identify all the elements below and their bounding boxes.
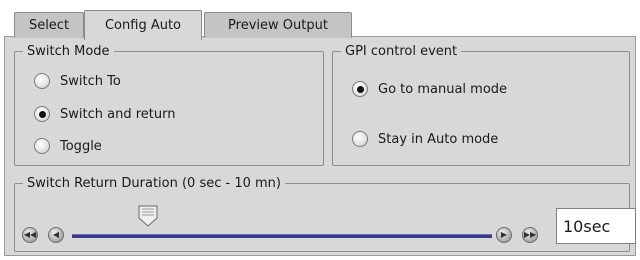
radio-go-to-manual[interactable]: Go to manual mode: [352, 81, 507, 97]
step-forward-icon[interactable]: ▶: [496, 227, 512, 243]
switch-mode-legend: Switch Mode: [27, 44, 110, 59]
tab-preview-output[interactable]: Preview Output: [204, 12, 352, 38]
duration-legend: Switch Return Duration (0 sec - 10 mn): [27, 176, 281, 191]
radio-selected-dot: [356, 85, 364, 93]
tab-config-auto-label: Config Auto: [104, 18, 182, 33]
tab-config-auto[interactable]: Config Auto: [84, 10, 202, 40]
radio-stay-in-auto-circle[interactable]: [352, 131, 368, 147]
radio-switch-to-label: Switch To: [60, 73, 121, 89]
radio-go-to-manual-label: Go to manual mode: [378, 81, 508, 97]
radio-selected-dot: [38, 110, 46, 118]
slider-thumb-icon: [138, 205, 158, 227]
radio-toggle-circle[interactable]: [34, 138, 50, 154]
duration-slider-track[interactable]: [72, 234, 492, 238]
tab-preview-output-label: Preview Output: [228, 18, 328, 33]
radio-stay-in-auto[interactable]: Stay in Auto mode: [352, 131, 498, 147]
duration-slider-thumb[interactable]: [138, 205, 158, 227]
step-back-icon[interactable]: ◀: [48, 227, 64, 243]
forward-fast-icon[interactable]: ▶▶: [522, 227, 538, 243]
duration-value-text: 10sec: [563, 216, 611, 236]
rewind-fast-icon[interactable]: ◀◀: [22, 227, 38, 243]
radio-switch-and-return-circle[interactable]: [34, 106, 50, 122]
radio-toggle-label: Toggle: [60, 138, 102, 154]
tab-select-label: Select: [28, 18, 70, 33]
radio-stay-in-auto-label: Stay in Auto mode: [378, 131, 499, 147]
duration-group: Switch Return Duration (0 sec - 10 mn): [14, 176, 630, 252]
duration-value-field[interactable]: 10sec: [556, 208, 636, 244]
gpi-control-group: GPI control event: [332, 44, 630, 166]
radio-switch-and-return[interactable]: Switch and return: [34, 106, 175, 122]
radio-toggle[interactable]: Toggle: [34, 138, 102, 154]
radio-go-to-manual-circle[interactable]: [352, 81, 368, 97]
tab-select[interactable]: Select: [14, 12, 84, 38]
radio-switch-and-return-label: Switch and return: [60, 106, 176, 122]
gpi-control-legend: GPI control event: [345, 44, 458, 59]
radio-switch-to-circle[interactable]: [34, 73, 50, 89]
radio-switch-to[interactable]: Switch To: [34, 73, 121, 89]
